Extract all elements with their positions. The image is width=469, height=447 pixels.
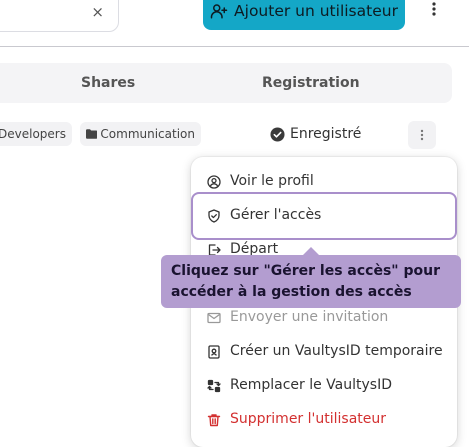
menu-item-create-temp-vaultysid[interactable]: Créer un VaultysID temporaire [191, 335, 457, 369]
registration-status: Enregistré [270, 126, 361, 142]
share-chip-label: Developers [0, 127, 66, 141]
tutorial-tooltip: Cliquez sur "Gérer les accès" pour accéd… [161, 255, 461, 308]
folder-icon [86, 129, 98, 139]
more-vertical-icon [420, 129, 424, 141]
add-user-button[interactable]: Ajouter un utilisateur [203, 0, 405, 30]
trash-icon [207, 414, 221, 427]
share-chip-label: Communication [100, 127, 195, 141]
table-row: Developers Communication Enregistré [0, 116, 452, 154]
id-card-icon [208, 345, 220, 359]
row-actions-button[interactable] [408, 121, 436, 149]
clear-search-icon[interactable]: × [91, 4, 104, 20]
menu-item-label: Envoyer une invitation [230, 309, 389, 325]
shield-icon [208, 209, 220, 223]
user-circle-icon [207, 175, 221, 189]
more-options-button[interactable] [418, 0, 450, 28]
toolbar-divider [0, 46, 469, 47]
menu-item-manage-access[interactable]: Gérer l'accès [191, 199, 457, 233]
share-chip-communication: Communication [80, 122, 201, 146]
swap-icon [207, 379, 221, 393]
mail-icon [207, 312, 221, 324]
search-input[interactable]: × [0, 0, 119, 32]
share-chip-developers: Developers [0, 122, 72, 146]
add-user-label: Ajouter un utilisateur [234, 2, 398, 20]
column-header-shares: Shares [81, 75, 136, 91]
tooltip-line-1: Cliquez sur "Gérer les accès" pour [171, 263, 440, 279]
menu-item-label: Remplacer le VaultysID [230, 377, 392, 393]
tooltip-line-2: accéder à la gestion des accès [171, 284, 412, 300]
user-plus-icon [210, 4, 228, 19]
check-circle-icon [270, 126, 285, 142]
menu-item-label: Créer un VaultysID temporaire [230, 343, 443, 359]
menu-item-replace-vaultysid[interactable]: Remplacer le VaultysID [191, 369, 457, 403]
menu-item-label: Gérer l'accès [230, 207, 322, 223]
menu-item-label: Voir le profil [230, 173, 314, 189]
menu-item-label: Supprimer l'utilisateur [230, 411, 387, 427]
column-header-registration: Registration [262, 75, 360, 91]
more-vertical-icon [432, 2, 436, 16]
registration-status-label: Enregistré [290, 126, 362, 142]
table-header: Shares Registration [0, 63, 452, 103]
